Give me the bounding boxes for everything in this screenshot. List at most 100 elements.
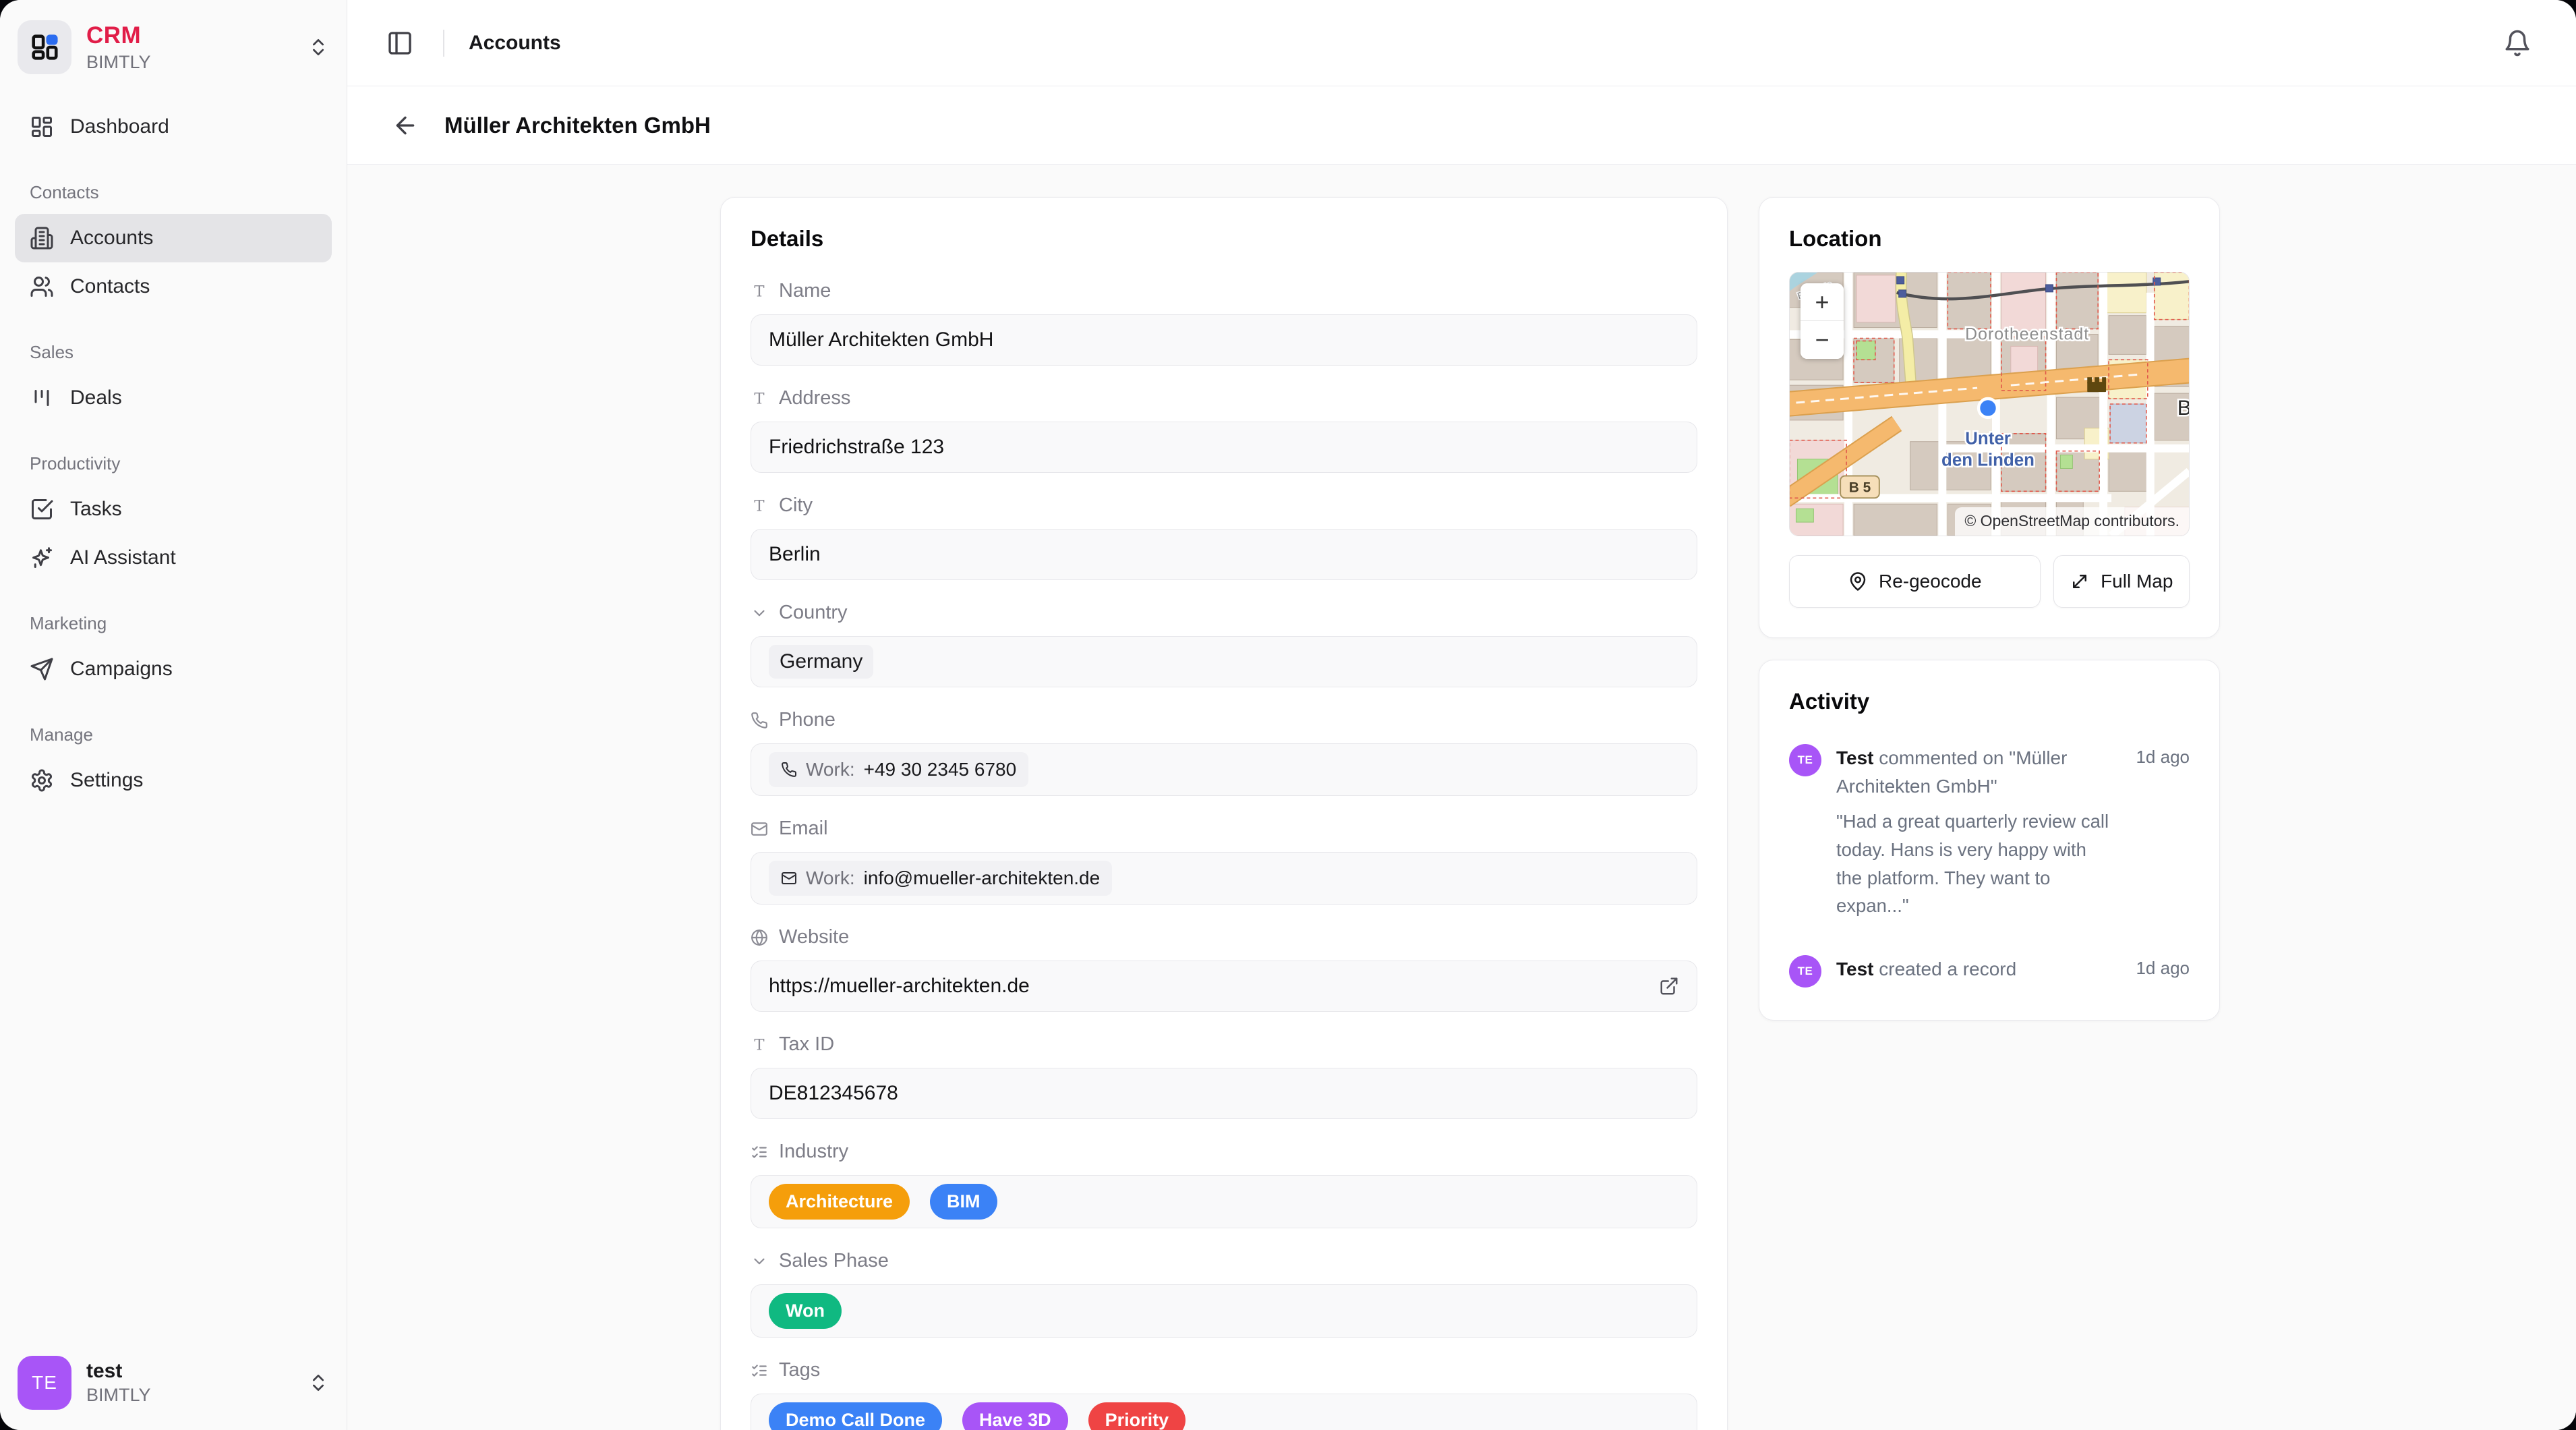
field-label: T Tax ID [751, 1033, 1697, 1056]
user-menu[interactable]: TE test BIMTLY [11, 1349, 336, 1417]
castle-poi-icon [2087, 377, 2106, 392]
building-icon [30, 226, 54, 250]
field-email: Email Work: info@mueller-architekten.de [751, 818, 1697, 905]
activity-text: Test created a record [1836, 955, 2114, 988]
notifications-button[interactable] [2498, 24, 2537, 63]
sidebar-item-accounts[interactable]: Accounts [15, 214, 332, 262]
sidebar-item-settings[interactable]: Settings [15, 756, 332, 805]
location-heading: Location [1789, 226, 2190, 252]
country-select[interactable]: Germany [751, 636, 1697, 687]
osm-attribution-link[interactable]: © OpenStreetMap [1964, 512, 2090, 530]
record-tag[interactable]: Have 3D [962, 1402, 1068, 1430]
users-icon [30, 275, 54, 299]
phone-icon [751, 712, 768, 729]
sidebar-item-label: Dashboard [70, 115, 169, 138]
phone-icon [781, 762, 797, 778]
text-type-icon: T [751, 497, 768, 515]
phone-type-label: Work: [806, 759, 855, 780]
sidebar-item-label: Campaigns [70, 658, 173, 681]
activity-card: Activity TE Test commented on "Müller Ar… [1759, 660, 2220, 1021]
sidebar-item-deals[interactable]: Deals [15, 374, 332, 422]
sparkles-icon [30, 546, 54, 570]
activity-heading: Activity [1789, 689, 2190, 714]
activity-item: TE Test commented on "Müller Architekten… [1789, 744, 2190, 920]
tags-multiselect[interactable]: Demo Call Done Have 3D Priority [751, 1394, 1697, 1430]
tax-id-input[interactable]: DE812345678 [751, 1068, 1697, 1119]
map-pin-icon [1848, 571, 1868, 592]
activity-avatar: TE [1789, 955, 1821, 988]
sidebar-toggle-button[interactable] [381, 24, 419, 62]
sidebar-item-dashboard[interactable]: Dashboard [15, 103, 332, 151]
map-marker[interactable] [1979, 399, 1997, 418]
user-labels: test BIMTLY [86, 1360, 151, 1406]
zoom-out-button[interactable]: − [1801, 321, 1844, 359]
mail-icon [781, 870, 797, 886]
external-link-icon[interactable] [1659, 976, 1679, 996]
workspace-switcher[interactable]: CRM BIMTLY [11, 12, 336, 82]
chevron-down-icon [751, 604, 768, 622]
sidebar-section-contacts: Contacts [15, 182, 332, 203]
email-value-pill: Work: info@mueller-architekten.de [769, 861, 1112, 896]
record-tag[interactable]: Demo Call Done [769, 1402, 942, 1430]
activity-timestamp: 1d ago [2136, 955, 2190, 988]
sidebar-item-label: Accounts [70, 227, 153, 250]
map-zoom-control: + − [1801, 283, 1844, 359]
panel-left-icon [386, 30, 413, 57]
record-tag[interactable]: Priority [1088, 1402, 1186, 1430]
full-map-button[interactable]: Full Map [2053, 555, 2190, 608]
topbar-title: Accounts [469, 32, 561, 55]
app-window: CRM BIMTLY Dashboard Contacts Accounts C… [0, 0, 2576, 1430]
address-input[interactable]: Friedrichstraße 123 [751, 422, 1697, 473]
field-label: Website [751, 926, 1697, 948]
website-input[interactable]: https://mueller-architekten.de [751, 961, 1697, 1012]
text-type-icon: T [751, 390, 768, 407]
topbar-divider [443, 30, 444, 57]
field-label: Email [751, 818, 1697, 840]
sidebar-item-tasks[interactable]: Tasks [15, 485, 332, 534]
sidebar-item-ai-assistant[interactable]: AI Assistant [15, 534, 332, 582]
field-label: T City [751, 494, 1697, 517]
email-address: info@mueller-architekten.de [864, 867, 1101, 889]
user-org: BIMTLY [86, 1385, 151, 1406]
arrow-left-icon [392, 112, 419, 139]
gear-icon [30, 768, 54, 793]
back-button[interactable] [386, 107, 424, 144]
email-input[interactable]: Work: info@mueller-architekten.de [751, 852, 1697, 905]
kanban-icon [30, 386, 54, 410]
field-phone: Phone Work: +49 30 2345 6780 [751, 709, 1697, 796]
field-label: Sales Phase [751, 1250, 1697, 1272]
industry-tag[interactable]: BIM [930, 1184, 997, 1220]
main-area: Accounts Müller Architekten GmbH Details [347, 0, 2576, 1430]
sales-phase-select[interactable]: Won [751, 1284, 1697, 1338]
phone-input[interactable]: Work: +49 30 2345 6780 [751, 743, 1697, 796]
text-type-icon: T [751, 1036, 768, 1054]
city-input[interactable]: Berlin [751, 529, 1697, 580]
industry-tag[interactable]: Architecture [769, 1184, 910, 1220]
svg-text:T: T [754, 390, 764, 407]
activity-text: Test commented on "Müller Architekten Gm… [1836, 744, 2114, 920]
zoom-in-button[interactable]: + [1801, 283, 1844, 321]
location-card: Location [1759, 197, 2220, 638]
svg-text:T: T [754, 283, 764, 299]
user-avatar: TE [18, 1356, 71, 1410]
map[interactable]: B 5 Reichsta Dorotheenstadt Be Unter den… [1789, 272, 2190, 536]
regeocode-button[interactable]: Re-geocode [1789, 555, 2041, 608]
sidebar-item-label: Deals [70, 387, 122, 409]
text-type-icon: T [751, 283, 768, 300]
send-icon [30, 657, 54, 681]
map-attribution: © OpenStreetMap contributors. [1955, 507, 2189, 536]
name-input[interactable]: Müller Architekten GmbH [751, 314, 1697, 366]
activity-action: created a record [1874, 959, 2017, 979]
activity-actor: Test [1836, 747, 1874, 768]
details-card: Details T Name Müller Architekten GmbH T [720, 197, 1728, 1430]
sales-phase-tag[interactable]: Won [769, 1293, 842, 1329]
mail-icon [751, 820, 768, 838]
sidebar-item-contacts[interactable]: Contacts [15, 262, 332, 311]
industry-multiselect[interactable]: Architecture BIM [751, 1175, 1697, 1228]
field-industry: Industry Architecture BIM [751, 1141, 1697, 1228]
field-label: Tags [751, 1359, 1697, 1381]
svg-text:T: T [754, 497, 764, 514]
field-name: T Name Müller Architekten GmbH [751, 280, 1697, 366]
sidebar-item-campaigns[interactable]: Campaigns [15, 645, 332, 693]
road-badge-label: B 5 [1849, 480, 1871, 495]
